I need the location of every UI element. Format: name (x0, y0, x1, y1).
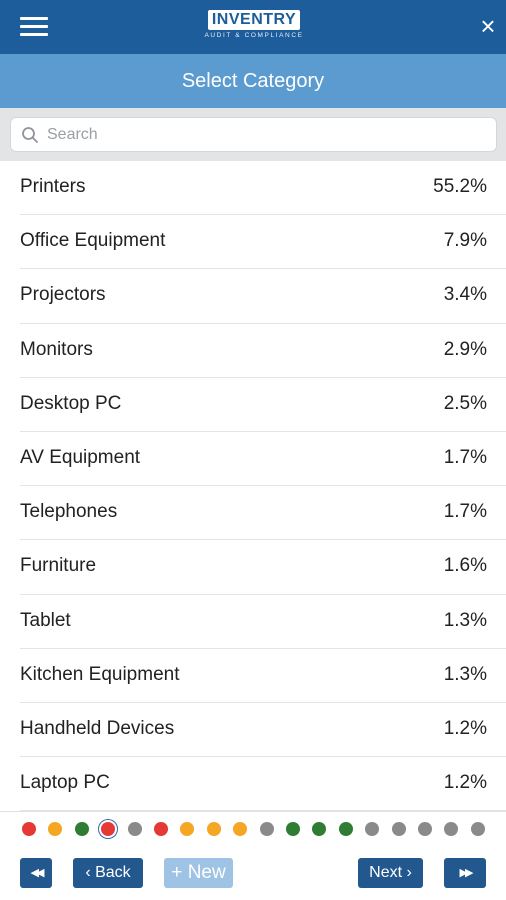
category-name: Handheld Devices (20, 717, 175, 739)
status-dot[interactable] (74, 822, 89, 836)
logo-tagline: AUDIT & COMPLIANCE (204, 32, 304, 39)
status-dot[interactable] (338, 822, 353, 836)
page-title: Select Category (0, 54, 506, 108)
status-dot[interactable] (180, 822, 195, 836)
search-icon (22, 127, 38, 143)
status-dot[interactable] (418, 822, 432, 836)
status-dot[interactable] (206, 822, 221, 836)
category-name: AV Equipment (20, 446, 141, 468)
app-screen: INVENTRY AUDIT & COMPLIANCE × Select Cat… (0, 0, 506, 900)
category-name: Kitchen Equipment (20, 663, 180, 685)
category-percent: 1.2% (443, 717, 487, 739)
category-percent: 1.3% (443, 609, 487, 631)
category-percent: 1.6% (443, 555, 487, 577)
first-page-button[interactable]: ◀◀ (20, 858, 52, 888)
category-row[interactable]: Furniture 1.6% (0, 540, 506, 595)
category-name: Laptop PC (20, 772, 110, 794)
category-name: Monitors (20, 338, 93, 360)
category-percent: 55.2% (433, 176, 487, 197)
chevron-left-icon: ‹ (85, 864, 91, 881)
status-dot[interactable] (470, 822, 485, 836)
status-dot[interactable] (286, 822, 300, 836)
category-row[interactable]: Tablet 1.3% (0, 595, 506, 649)
status-dot-strip (0, 811, 506, 847)
category-row[interactable]: AV Equipment 1.7% (0, 432, 506, 487)
category-row[interactable]: Desktop PC 2.5% (0, 378, 506, 433)
status-dot[interactable] (365, 822, 380, 836)
category-row[interactable]: Laptop PC 1.2% (0, 757, 506, 811)
hamburger-menu-icon[interactable] (20, 17, 48, 37)
search-input[interactable] (47, 122, 487, 148)
category-name: Projectors (20, 284, 106, 306)
status-dot[interactable] (391, 822, 406, 836)
category-name: Desktop PC (20, 392, 122, 414)
next-button[interactable]: Next › (358, 858, 423, 888)
category-percent: 1.7% (443, 501, 487, 523)
last-page-button[interactable]: ▶▶ (444, 858, 486, 888)
status-dot-selected[interactable] (101, 822, 116, 836)
category-percent: 3.4% (443, 284, 487, 306)
new-button-label: New (187, 862, 226, 883)
chevron-right-icon: › (406, 864, 412, 881)
category-name: Furniture (20, 555, 97, 577)
category-row[interactable]: Kitchen Equipment 1.3% (0, 649, 506, 704)
category-percent: 2.5% (443, 392, 487, 414)
category-row[interactable]: Printers 55.2% (0, 161, 506, 216)
double-right-arrow-icon: ▶▶ (459, 867, 474, 879)
status-dot[interactable] (444, 822, 459, 836)
bottom-toolbar: ◀◀ ‹ Back + New Next › ▶▶ (0, 847, 506, 900)
category-row[interactable]: Handheld Devices 1.2% (0, 703, 506, 758)
status-dot[interactable] (22, 822, 36, 836)
logo-wordmark: INVENTRY (207, 10, 301, 30)
category-name: Tablet (20, 609, 71, 631)
category-percent: 1.3% (443, 663, 487, 685)
status-dot[interactable] (48, 822, 63, 836)
status-dot[interactable] (154, 822, 168, 836)
category-name: Office Equipment (20, 230, 166, 252)
category-name: Printers (20, 176, 86, 197)
category-name: Telephones (20, 501, 118, 523)
category-row[interactable]: Office Equipment 7.9% (0, 215, 506, 270)
search-box[interactable] (10, 117, 497, 152)
status-dot[interactable] (312, 822, 327, 836)
category-list: Printers 55.2% Office Equipment 7.9% Project… (0, 161, 506, 811)
status-dot[interactable] (233, 822, 248, 836)
back-button-label: Back (95, 864, 131, 881)
status-dot[interactable] (259, 822, 274, 836)
close-icon[interactable]: × (476, 13, 500, 39)
double-left-arrow-icon: ◀◀ (30, 867, 45, 879)
next-button-label: Next (369, 864, 403, 881)
search-bar (0, 108, 506, 161)
category-row[interactable]: Telephones 1.7% (0, 486, 506, 541)
status-dot[interactable] (127, 822, 142, 836)
back-button[interactable]: ‹ Back (73, 858, 143, 888)
category-percent: 1.7% (443, 446, 487, 468)
new-button[interactable]: + New (164, 858, 233, 888)
category-percent: 2.9% (443, 338, 487, 360)
app-logo: INVENTRY AUDIT & COMPLIANCE (198, 10, 310, 44)
category-percent: 1.2% (443, 772, 487, 794)
category-row[interactable]: Monitors 2.9% (0, 324, 506, 378)
plus-icon: + (171, 862, 183, 883)
category-percent: 7.9% (443, 230, 487, 252)
top-bar: INVENTRY AUDIT & COMPLIANCE × (0, 0, 506, 54)
category-row[interactable]: Projectors 3.4% (0, 269, 506, 324)
